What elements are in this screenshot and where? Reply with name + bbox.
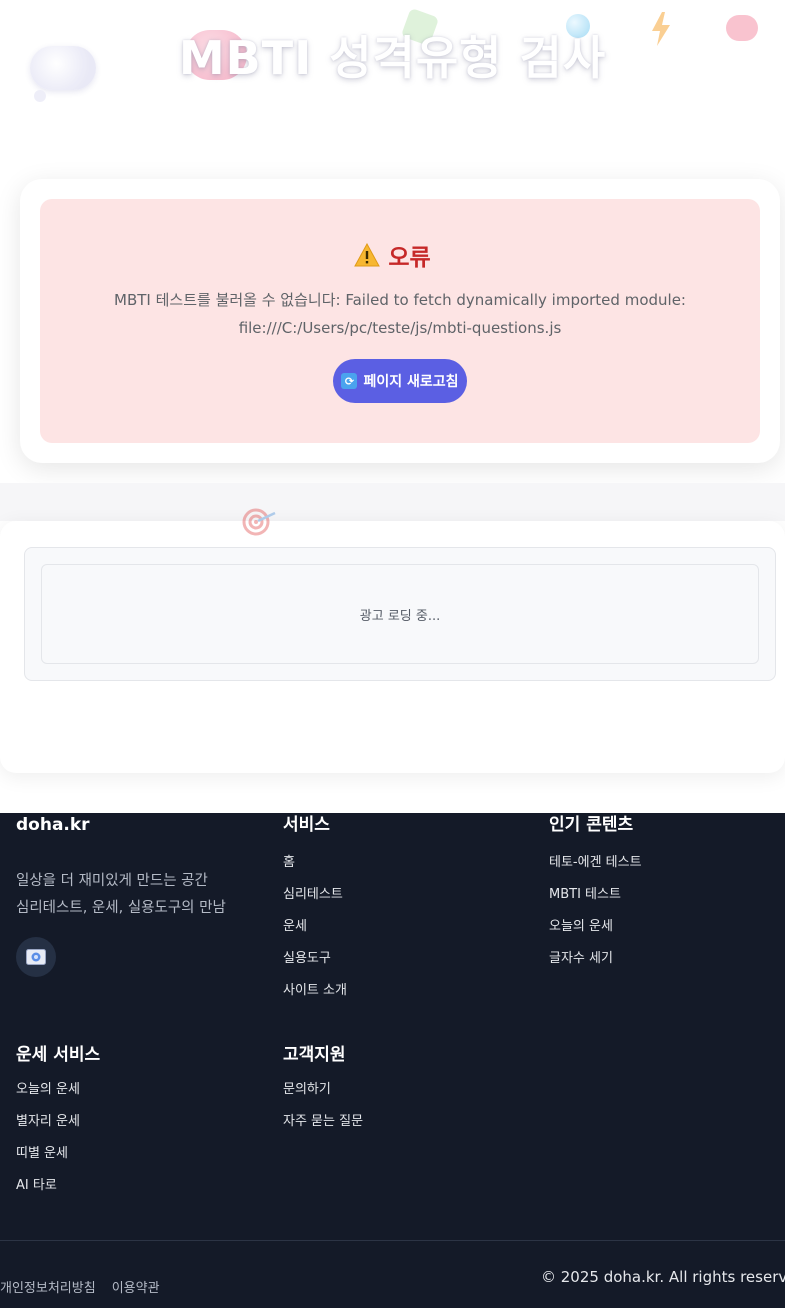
footer-support-heading: 고객지원 [283,1045,346,1065]
copyright: © 2025 doha.kr. All rights reserved. [541,1268,785,1286]
footer-tagline-line: 일상을 더 재미있게 만드는 공간 [16,873,208,889]
footer-link-about[interactable]: 사이트 소개 [283,975,523,1007]
website-icon [26,949,46,965]
error-message-path: file:///C:/Users/pc/teste/js/mbti-questi… [238,319,562,337]
footer-link-teto-egen-test[interactable]: 테토-에겐 테스트 [549,847,779,879]
footer-link-zodiac-fortune[interactable]: 별자리 운세 [16,1106,266,1138]
footer-link-char-counter[interactable]: 글자수 세기 [549,943,779,975]
footer-legal-links: 개인정보처리방침 이용약관 [0,1277,160,1296]
footer-services-heading: 서비스 [283,815,330,835]
target-decoration-icon [242,508,276,536]
footer-fortune-heading: 운세 서비스 [16,1045,101,1065]
footer-popular-heading: 인기 콘텐츠 [549,815,634,835]
footer-popular: 인기 콘텐츠 테토-에겐 테스트 MBTI 테스트 오늘의 운세 글자수 세기 [549,813,779,975]
footer-link-fortune[interactable]: 운세 [283,911,523,943]
footer-link-animal-fortune[interactable]: 띠별 운세 [16,1138,266,1170]
footer-link-faq[interactable]: 자주 묻는 질문 [283,1106,523,1138]
error-message: MBTI 테스트를 불러올 수 없습니다: Failed to fetch dy… [80,286,720,342]
footer-link-psych-test[interactable]: 심리테스트 [283,879,523,911]
site-footer: doha.kr 일상을 더 재미있게 만드는 공간 심리테스트, 운세, 실용도… [0,813,785,1308]
footer-brand: doha.kr 일상을 더 재미있게 만드는 공간 심리테스트, 운세, 실용도… [16,813,266,977]
website-social-link[interactable] [16,937,56,977]
refresh-button-label: 페이지 새로고침 [363,374,459,390]
footer-tagline-line: 심리테스트, 운세, 실용도구의 만남 [16,900,226,916]
footer-brand-name: doha.kr [16,815,90,835]
error-heading: 오류 [0,240,785,271]
privacy-policy-link[interactable]: 개인정보처리방침 [0,1277,96,1296]
footer-link-mbti-test[interactable]: MBTI 테스트 [549,879,779,911]
page-title: MBTI 성격유형 검사 [178,31,607,85]
error-title: 오류 [388,245,431,271]
footer-link-daily-fortune[interactable]: 오늘의 운세 [549,911,779,943]
footer-link-home[interactable]: 홈 [283,847,523,879]
footer-divider [0,1240,785,1241]
refresh-page-button[interactable]: ⟳ 페이지 새로고침 [333,359,467,403]
hero-header: MBTI 성격유형 검사 [0,0,785,130]
footer-link-tools[interactable]: 실용도구 [283,943,523,975]
section-divider [0,483,785,521]
ad-loading-text: 광고 로딩 중... [359,608,441,624]
footer-link-ai-tarot[interactable]: AI 타로 [16,1170,266,1202]
footer-link-contact[interactable]: 문의하기 [283,1074,523,1106]
error-message-line: MBTI 테스트를 불러올 수 없습니다: Failed to fetch dy… [114,291,686,309]
footer-fortune: 운세 서비스 오늘의 운세 별자리 운세 띠별 운세 AI 타로 [16,1043,266,1202]
footer-link-today-fortune[interactable]: 오늘의 운세 [16,1074,266,1106]
terms-link[interactable]: 이용약관 [112,1277,160,1296]
ad-slot: 광고 로딩 중... [41,564,759,664]
footer-services: 서비스 홈 심리테스트 운세 실용도구 사이트 소개 [283,813,523,1007]
refresh-icon: ⟳ [341,373,358,389]
warning-icon [354,243,381,267]
footer-tagline: 일상을 더 재미있게 만드는 공간 심리테스트, 운세, 실용도구의 만남 [16,868,266,922]
footer-support: 고객지원 문의하기 자주 묻는 질문 [283,1043,523,1138]
